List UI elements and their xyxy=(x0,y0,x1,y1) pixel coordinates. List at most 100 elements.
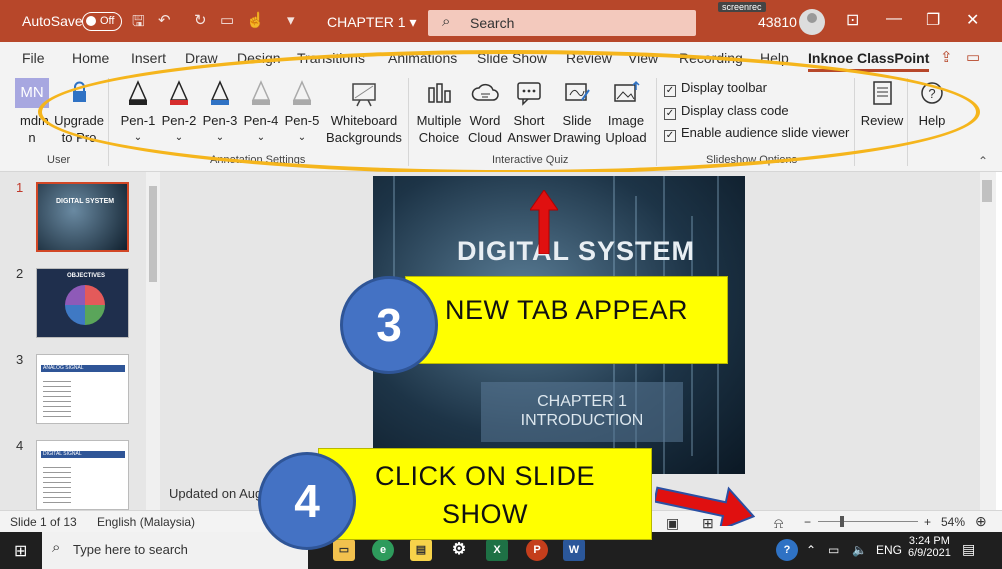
chevron-down-icon[interactable]: ⌄ xyxy=(282,129,322,146)
maximize-icon[interactable]: ❐ xyxy=(926,10,940,30)
thumb-title: DIGITAL SIGNAL xyxy=(41,451,125,458)
tab-transitions[interactable]: Transitions xyxy=(297,50,365,66)
collapse-ribbon-icon[interactable]: ⌃ xyxy=(978,154,988,168)
ribbon-display-icon[interactable]: ⊡ xyxy=(846,10,859,30)
pen-5-button[interactable]: Pen-5 ⌄ xyxy=(282,78,322,146)
notifications-icon[interactable]: ▤ xyxy=(962,541,975,558)
image-upload-button[interactable]: Image Upload xyxy=(602,78,650,146)
slide-thumbnail-4[interactable]: DIGITAL SIGNAL xyxy=(36,440,129,510)
thumb-title: ANALOG SIGNAL xyxy=(41,365,125,372)
file-explorer-icon[interactable]: ▭ xyxy=(333,539,355,561)
tab-inknoe-classpoint[interactable]: Inknoe ClassPoint xyxy=(808,50,930,72)
slide-thumbnails-pane: 1 DIGITAL SYSTEM 2 OBJECTIVES 3 ANALOG S… xyxy=(0,172,160,510)
tab-review[interactable]: Review xyxy=(566,50,612,66)
slide-thumbnail-3[interactable]: ANALOG SIGNAL xyxy=(36,354,129,424)
tab-file[interactable]: File xyxy=(22,50,45,66)
slide-thumbnail-2[interactable]: OBJECTIVES xyxy=(36,268,129,338)
tab-recording[interactable]: Recording xyxy=(679,50,743,66)
close-icon[interactable]: ✕ xyxy=(966,10,979,30)
slide-title: DIGITAL SYSTEM xyxy=(457,236,696,266)
settings-icon[interactable]: ⚙ xyxy=(448,539,470,561)
undo-icon[interactable]: ↶ xyxy=(158,11,171,29)
excel-icon[interactable]: X xyxy=(486,539,508,561)
chevron-down-icon[interactable]: ⌄ xyxy=(159,129,199,146)
tray-overflow-icon[interactable]: ⌃ xyxy=(806,543,816,557)
pen-label: Pen-1 xyxy=(120,113,156,128)
tab-slide-show[interactable]: Slide Show xyxy=(477,50,547,66)
powerpoint-icon[interactable]: P xyxy=(526,539,548,561)
redo-icon[interactable]: ↻ xyxy=(194,11,207,29)
review-button[interactable]: Review xyxy=(860,78,904,129)
slide-show-icon[interactable]: ⍾ xyxy=(774,515,783,532)
edge-icon[interactable]: e xyxy=(372,539,394,561)
fit-slide-icon[interactable]: ⊕ xyxy=(975,513,987,530)
help-tray-icon[interactable]: ? xyxy=(776,539,798,561)
tab-design[interactable]: Design xyxy=(237,50,281,66)
chevron-down-icon[interactable]: ⌄ xyxy=(241,129,281,146)
volume-icon[interactable]: 🔈 xyxy=(852,543,867,557)
pen-2-button[interactable]: Pen-2 ⌄ xyxy=(159,78,199,146)
word-cloud-button[interactable]: Word Cloud xyxy=(466,78,504,146)
tab-animations[interactable]: Animations xyxy=(388,50,457,66)
pen-3-button[interactable]: Pen-3 ⌄ xyxy=(200,78,240,146)
user-name: 43810 xyxy=(758,14,797,30)
display-toolbar-checkbox[interactable]: ✓ Display toolbar xyxy=(664,80,767,97)
user-account-button[interactable]: MN mdm n xyxy=(12,78,52,146)
tab-draw[interactable]: Draw xyxy=(185,50,218,66)
callout-slide-show-text: CLICK ON SLIDE SHOW xyxy=(374,461,596,529)
display-class-code-checkbox[interactable]: ✓ Display class code xyxy=(664,103,789,120)
present-icon[interactable]: ▭ xyxy=(220,11,234,29)
search-box[interactable]: ⌕ Search xyxy=(428,10,696,36)
audience-viewer-checkbox[interactable]: ✓ Enable audience slide viewer xyxy=(664,125,849,142)
pen-4-button[interactable]: Pen-4 ⌄ xyxy=(241,78,281,146)
comments-icon[interactable]: ▭ xyxy=(966,48,980,66)
sticky-notes-icon[interactable]: ▤ xyxy=(410,539,432,561)
canvas-scrollbar[interactable] xyxy=(980,172,996,510)
scrollbar-thumb[interactable] xyxy=(149,186,157,282)
zoom-slider-track[interactable] xyxy=(818,521,918,522)
avatar[interactable] xyxy=(799,9,825,35)
upgrade-button[interactable]: Upgrade to Pro xyxy=(52,78,106,146)
save-icon[interactable]: 🖫 xyxy=(132,11,145,36)
zoom-out-icon[interactable]: − xyxy=(804,515,811,529)
screenrec-badge: screenrec xyxy=(718,2,766,12)
thumbnails-scrollbar[interactable] xyxy=(146,172,160,510)
touch-mode-icon[interactable]: ☝ xyxy=(246,11,265,29)
word-icon[interactable]: W xyxy=(563,539,585,561)
help-label: Help xyxy=(918,113,946,128)
taskbar-search[interactable]: ⌕ Type here to search xyxy=(42,532,308,569)
whiteboard-backgrounds-button[interactable]: Whiteboard Backgrounds xyxy=(322,78,406,146)
language-indicator[interactable]: English (Malaysia) xyxy=(97,515,195,529)
document-title[interactable]: CHAPTER 1 ▾ xyxy=(327,14,417,31)
clock[interactable]: 3:24 PM 6/9/2021 xyxy=(908,535,951,559)
separator xyxy=(854,78,855,166)
tab-home[interactable]: Home xyxy=(72,50,109,66)
slide-subtitle-line1: CHAPTER 1 xyxy=(537,393,627,410)
help-button[interactable]: ? Help xyxy=(912,78,952,129)
slide-thumbnail-1[interactable]: DIGITAL SYSTEM xyxy=(36,182,129,252)
group-label-user: User xyxy=(47,154,71,166)
tab-help[interactable]: Help xyxy=(760,50,789,66)
pen-1-button[interactable]: Pen-1 ⌄ xyxy=(118,78,158,146)
autosave-state: Off xyxy=(100,15,115,27)
slide-drawing-button[interactable]: Slide Drawing xyxy=(553,78,601,146)
chevron-down-icon[interactable]: ⌄ xyxy=(200,129,240,146)
short-answer-button[interactable]: Short Answer xyxy=(506,78,552,146)
group-label-options: Slideshow Options xyxy=(706,154,798,166)
zoom-slider-handle[interactable] xyxy=(840,516,844,527)
scrollbar-thumb[interactable] xyxy=(982,180,992,202)
whiteboard-icon xyxy=(352,83,376,107)
windows-start-icon[interactable]: ⊞ xyxy=(14,541,27,561)
share-icon[interactable]: ⇪ xyxy=(940,48,953,66)
tab-view[interactable]: View xyxy=(628,50,658,66)
autosave-toggle[interactable]: Off xyxy=(82,12,122,31)
callout-new-tab-text: NEW TAB APPEAR xyxy=(444,295,689,325)
zoom-in-icon[interactable]: + xyxy=(924,515,931,529)
language-tray[interactable]: ENG xyxy=(876,543,902,557)
chevron-down-icon[interactable]: ⌄ xyxy=(118,129,158,146)
customize-toolbar-icon[interactable]: ▾ xyxy=(287,11,295,29)
minimize-icon[interactable]: — xyxy=(886,10,902,28)
zoom-level[interactable]: 54% xyxy=(941,515,965,529)
multiple-choice-button[interactable]: Multiple Choice xyxy=(414,78,464,146)
tab-insert[interactable]: Insert xyxy=(131,50,166,66)
